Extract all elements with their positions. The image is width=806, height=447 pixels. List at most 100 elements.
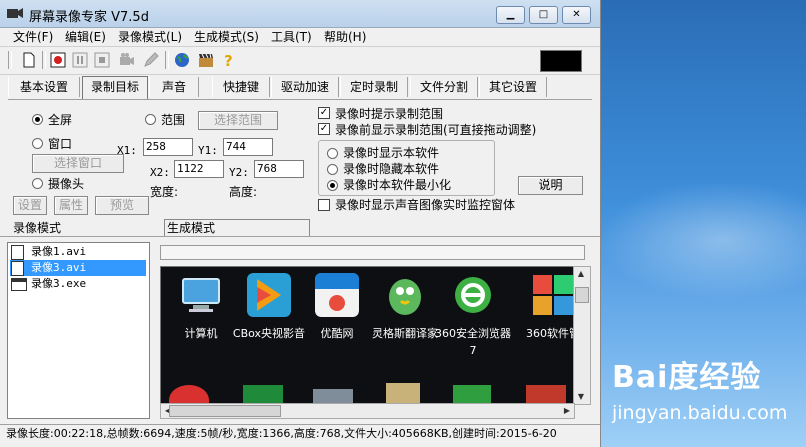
maximize-button[interactable]: □ bbox=[529, 6, 558, 24]
file-name: 录像3.avi bbox=[31, 261, 87, 274]
monitor-window-label: 录像时显示声音图像实时监控窗体 bbox=[335, 198, 516, 212]
section-divider bbox=[0, 236, 600, 237]
select-region-button[interactable]: 选择范围 bbox=[198, 111, 278, 130]
window-radio[interactable] bbox=[32, 138, 43, 149]
close-icon: ✕ bbox=[572, 9, 581, 20]
menu-tools[interactable]: 工具(T) bbox=[271, 28, 312, 45]
scroll-down-icon[interactable]: ▼ bbox=[574, 390, 588, 404]
x1-label: X1: bbox=[117, 144, 137, 157]
show-software-radio[interactable] bbox=[327, 148, 338, 159]
y1-field[interactable]: 744 bbox=[223, 138, 273, 156]
menu-generate-mode[interactable]: 生成模式(S) bbox=[194, 28, 259, 45]
monitor-window-checkbox[interactable] bbox=[318, 199, 330, 211]
excel-icon bbox=[243, 385, 283, 404]
settings-button[interactable]: 设置 bbox=[13, 196, 47, 215]
preview-vertical-scrollbar[interactable]: ▲ ▼ bbox=[573, 266, 591, 405]
hide-software-label: 录像时隐藏本软件 bbox=[343, 162, 440, 176]
list-item[interactable]: 录像1.avi bbox=[10, 244, 146, 260]
x1-field[interactable]: 258 bbox=[143, 138, 193, 156]
menu-help[interactable]: 帮助(H) bbox=[324, 28, 366, 45]
help-icon[interactable]: ? bbox=[219, 51, 237, 69]
preview-horizontal-scrollbar[interactable]: ◀ ▶ bbox=[160, 403, 575, 419]
shortcut-label: 360安全浏览器7 bbox=[435, 327, 511, 357]
window-label: 窗口 bbox=[48, 137, 73, 151]
tab-record-target[interactable]: 录制目标 bbox=[82, 76, 148, 99]
scroll-up-icon[interactable]: ▲ bbox=[574, 267, 588, 281]
tab-basic-settings[interactable]: 基本设置 bbox=[8, 77, 80, 97]
shortcut-label: 360软件管 bbox=[526, 327, 575, 340]
show-range-checkbox[interactable]: ✓ bbox=[318, 123, 330, 135]
show-range-label: 录像前显示录制范围(可直接拖动调整) bbox=[335, 123, 537, 137]
pause-icon[interactable] bbox=[71, 51, 89, 69]
width-label: 宽度: bbox=[150, 185, 179, 199]
youku-icon bbox=[315, 273, 359, 317]
tab-driver-acceleration[interactable]: 驱动加速 bbox=[271, 77, 339, 97]
watermark-logo: Bai度经验 bbox=[612, 360, 762, 395]
toolbar-separator bbox=[8, 51, 12, 69]
fullscreen-radio[interactable] bbox=[32, 114, 43, 125]
partial-shortcut-icon bbox=[526, 385, 566, 404]
region-label: 范围 bbox=[161, 113, 186, 127]
color-preview-box bbox=[540, 50, 582, 72]
camera-icon[interactable] bbox=[118, 51, 136, 69]
desktop-shortcut[interactable]: 360安全浏览器7 bbox=[433, 267, 513, 357]
preview-button[interactable]: 预览 bbox=[95, 196, 149, 215]
record-icon[interactable] bbox=[49, 51, 67, 69]
watermark-url: jingyan.baidu.com bbox=[612, 402, 788, 424]
status-bar: 录像长度:00:22:18,总帧数:6694,速度:5帧/秒,宽度:1366,高… bbox=[0, 424, 600, 443]
desktop-shortcut[interactable]: 360软件管 bbox=[513, 267, 575, 357]
minimize-software-radio[interactable] bbox=[327, 180, 338, 191]
camera-radio[interactable] bbox=[32, 178, 43, 189]
hide-software-radio[interactable] bbox=[327, 164, 338, 175]
movie-clapper-icon[interactable] bbox=[197, 51, 215, 69]
status-text: 录像长度:00:22:18,总帧数:6694,速度:5帧/秒,宽度:1366,高… bbox=[6, 427, 557, 440]
horizontal-scroll-thumb[interactable] bbox=[169, 405, 281, 417]
minimize-software-label: 录像时本软件最小化 bbox=[343, 178, 452, 192]
minimize-button[interactable]: ▁ bbox=[496, 6, 525, 24]
properties-button[interactable]: 属性 bbox=[54, 196, 88, 215]
video-preview: 计算机 CBox央视影音 优酷网 灵格斯翻译家 360安全浏览器7 360软件管 bbox=[160, 266, 575, 405]
tab-sound[interactable]: 声音 bbox=[149, 77, 199, 97]
tab-other-settings[interactable]: 其它设置 bbox=[479, 77, 547, 97]
prompt-range-label: 录像时提示录制范围 bbox=[335, 107, 444, 121]
file-name: 录像1.avi bbox=[31, 245, 87, 258]
title-bar[interactable]: 屏幕录像专家 V7.5d ▁ □ ✕ bbox=[0, 0, 600, 28]
settings-tabs: 基本设置 录制目标 声音 快捷键 驱动加速 定时录制 文件分割 其它设置 bbox=[8, 76, 592, 100]
shield-icon bbox=[453, 385, 491, 404]
prompt-range-checkbox[interactable]: ✓ bbox=[318, 107, 330, 119]
new-file-icon[interactable] bbox=[20, 51, 38, 69]
pen-icon[interactable] bbox=[142, 51, 160, 69]
generate-mode-header[interactable]: 生成模式 bbox=[164, 219, 310, 236]
tab-scheduled-recording[interactable]: 定时录制 bbox=[340, 77, 408, 97]
toolbar-separator bbox=[42, 51, 46, 69]
menu-record-mode[interactable]: 录像模式(L) bbox=[118, 28, 182, 45]
computer-icon bbox=[182, 278, 220, 312]
exe-icon bbox=[11, 278, 27, 291]
record-mode-header[interactable]: 录像模式 bbox=[13, 220, 61, 236]
app-window: 屏幕录像专家 V7.5d ▁ □ ✕ 文件(F) 编辑(E) 录像模式(L) 生… bbox=[0, 0, 601, 447]
list-item[interactable]: 录像3.exe bbox=[10, 276, 146, 292]
select-window-button[interactable]: 选择窗口 bbox=[32, 154, 124, 173]
stop-icon[interactable] bbox=[93, 51, 111, 69]
playback-progress-bar[interactable] bbox=[160, 245, 585, 260]
vertical-scroll-thumb[interactable] bbox=[575, 287, 589, 303]
menu-file[interactable]: 文件(F) bbox=[13, 28, 53, 45]
tab-hotkeys[interactable]: 快捷键 bbox=[212, 77, 270, 97]
explain-button[interactable]: 说明 bbox=[518, 176, 583, 195]
maximize-icon: □ bbox=[538, 9, 549, 20]
menu-edit[interactable]: 编辑(E) bbox=[65, 28, 106, 45]
close-button[interactable]: ✕ bbox=[562, 6, 591, 24]
scroll-right-icon[interactable]: ▶ bbox=[560, 404, 574, 418]
svg-text:?: ? bbox=[224, 52, 233, 69]
file-name: 录像3.exe bbox=[31, 277, 87, 290]
show-software-label: 录像时显示本软件 bbox=[343, 146, 440, 160]
y2-field[interactable]: 768 bbox=[254, 160, 304, 178]
tab-file-split[interactable]: 文件分割 bbox=[410, 77, 478, 97]
folder-icon bbox=[386, 383, 420, 404]
region-radio[interactable] bbox=[145, 114, 156, 125]
list-item-selected[interactable]: 录像3.avi bbox=[10, 260, 146, 276]
lingoes-icon bbox=[389, 279, 421, 315]
x2-field[interactable]: 1122 bbox=[174, 160, 224, 178]
x2-label: X2: bbox=[150, 166, 170, 179]
globe-icon[interactable] bbox=[173, 51, 191, 69]
